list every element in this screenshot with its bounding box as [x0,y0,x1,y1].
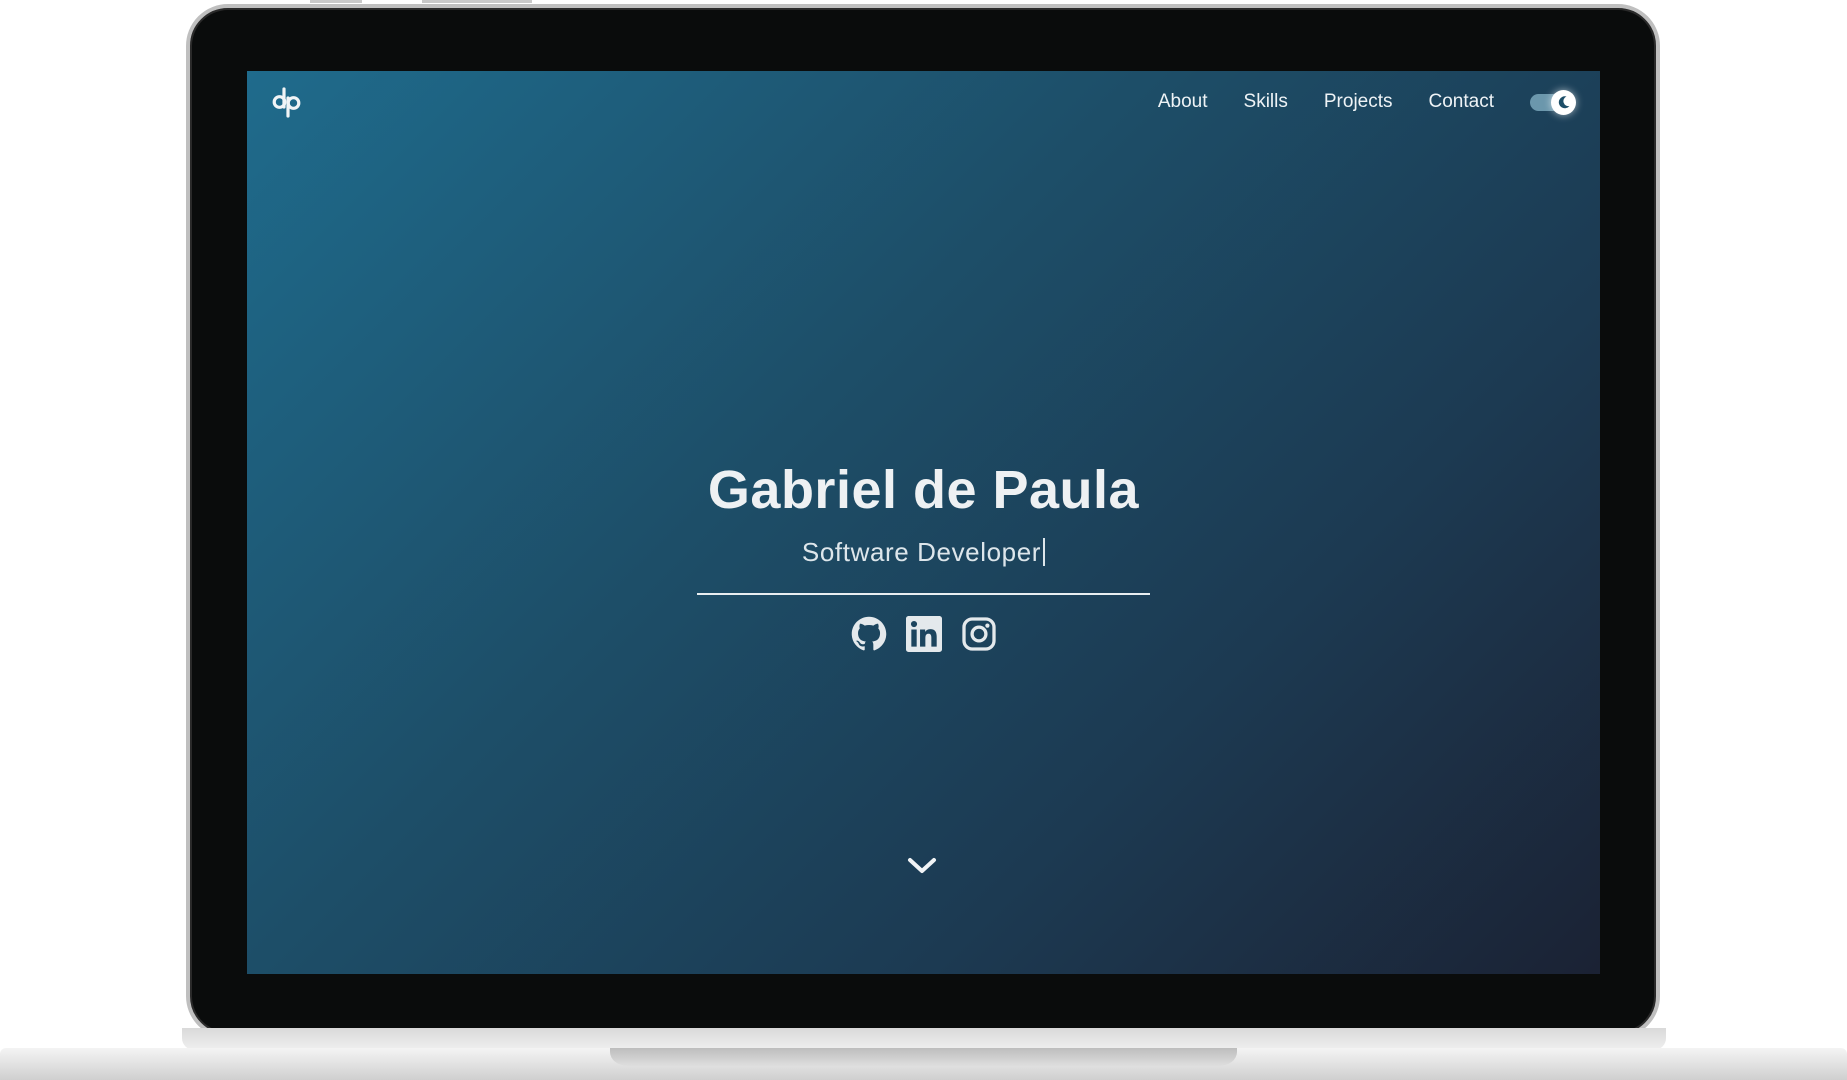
hero-divider [697,593,1150,595]
instagram-icon[interactable] [961,616,997,652]
hero-role-text: Software Developer [801,537,1042,567]
linkedin-icon[interactable] [905,616,942,652]
theme-toggle[interactable] [1530,90,1576,115]
laptop-notch [610,1048,1237,1066]
typing-caret [1043,538,1046,566]
website-screen: About Skills Projects Contact Gabriel de… [247,71,1600,974]
github-icon[interactable] [851,616,887,652]
nav-link-contact[interactable]: Contact [1429,87,1494,117]
hero-role: Software Developer [247,537,1600,568]
dp-logo-icon[interactable] [271,85,303,119]
lid-tab [422,0,532,3]
moon-icon [1558,96,1570,109]
laptop-mockup: About Skills Projects Contact Gabriel de… [0,0,1847,1080]
toggle-knob [1551,90,1576,115]
nav-link-about[interactable]: About [1158,87,1208,117]
lid-tab [310,0,362,3]
hero-name: Gabriel de Paula [707,460,1140,520]
nav-link-projects[interactable]: Projects [1324,87,1393,117]
laptop-hinge [182,1028,1666,1050]
social-links [247,616,1600,652]
main-nav: About Skills Projects Contact [1158,87,1494,117]
chevron-down-icon[interactable] [905,853,939,879]
nav-link-skills[interactable]: Skills [1244,87,1288,117]
